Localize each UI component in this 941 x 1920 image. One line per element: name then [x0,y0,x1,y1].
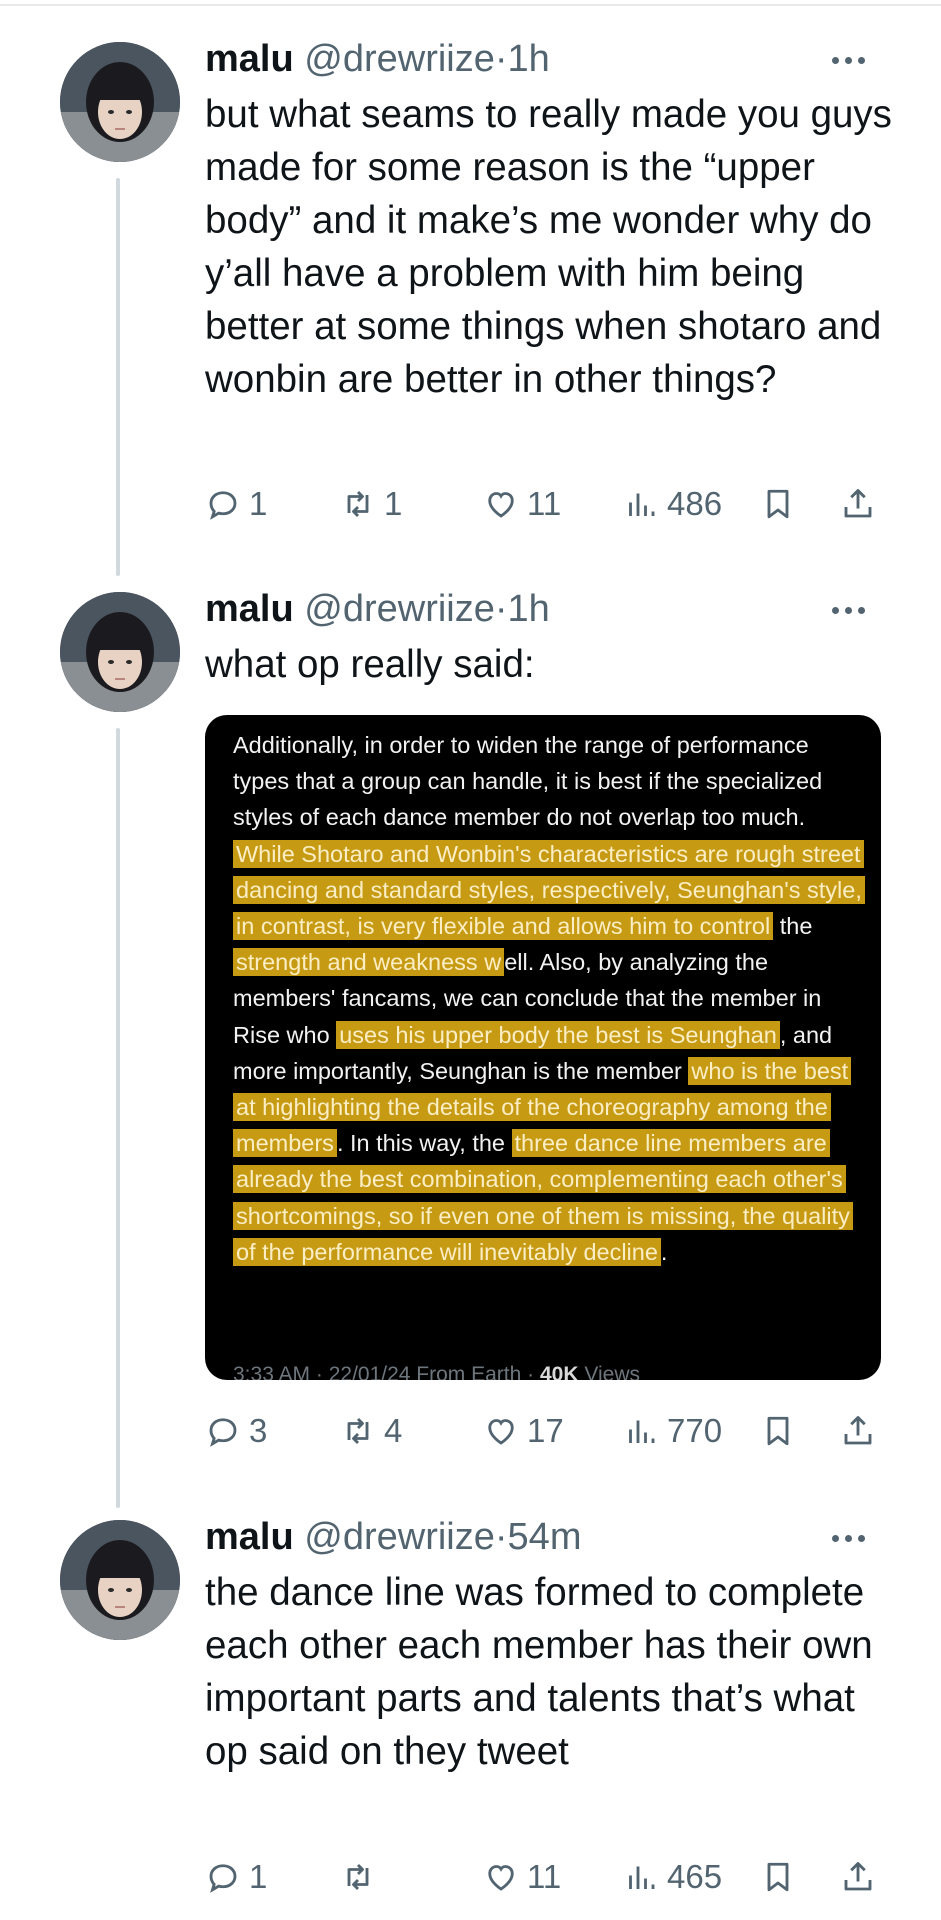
views-button[interactable]: 770 [623,1411,722,1451]
like-icon [488,492,514,518]
more-icon[interactable] [832,600,876,620]
bookmark-icon [767,1416,789,1446]
views-button[interactable]: 465 [623,1857,722,1897]
views-button[interactable]: 486 [623,484,722,524]
repost-button[interactable]: 1 [340,484,402,524]
views-icon [629,1866,655,1889]
separator-dot: · [494,1516,508,1558]
views-icon [629,1420,655,1443]
like-count: 11 [527,485,562,522]
screenshot-text: Additionally, in order to widen the rang… [233,727,865,1270]
tweet-text: but what seams to really made you guys m… [205,93,892,401]
user-handle[interactable]: @drewriize [304,38,495,80]
highlighted-text: While Shotaro and Wonbin's characteristi… [233,839,865,941]
share-icon [844,1416,872,1445]
share-button[interactable] [840,1857,876,1897]
tweet-image[interactable]: Additionally, in order to widen the rang… [205,715,881,1380]
display-name[interactable]: malu [205,38,294,80]
repost-icon [347,1417,369,1445]
repost-button[interactable]: 4 [340,1411,402,1451]
tweet-text: what op really said: [205,643,535,686]
like-button[interactable]: 11 [483,484,561,524]
avatar-image [60,592,180,712]
like-count: 11 [527,1858,562,1895]
repost-count: 1 [384,485,403,522]
reply-icon [209,1864,237,1893]
reply-button[interactable]: 1 [205,1857,267,1897]
user-handle[interactable]: @drewriize [304,588,495,630]
more-icon[interactable] [832,1528,876,1548]
avatar[interactable] [60,592,180,712]
tweet-header: malu @drewriize·54m [205,1514,581,1560]
screenshot-meta: 3:33 AM · 22/01/24 From Earth · [233,1363,540,1380]
avatar-image [60,42,180,162]
share-icon [844,489,872,518]
timestamp[interactable]: 1h [508,588,550,630]
plain-text: . In this way, the [336,1130,512,1157]
like-button[interactable]: 11 [483,1857,561,1897]
tweet-actions: 1 11 465 [205,1857,905,1897]
user-handle[interactable]: @drewriize [304,1516,495,1558]
avatar[interactable] [60,42,180,162]
reply-icon [209,491,237,520]
more-icon[interactable] [832,50,876,70]
highlighted-text: strength and weakness w [233,948,505,977]
tweet[interactable]: malu @drewriize·1h but what seams to rea… [0,0,941,560]
like-count: 17 [527,1412,564,1449]
highlighted-text: uses his upper body the best is Seunghan [336,1020,780,1049]
bookmark-icon [767,1862,789,1892]
bookmark-button[interactable] [760,1411,796,1451]
bookmark-button[interactable] [760,484,796,524]
avatar-image [60,1520,180,1640]
share-button[interactable] [840,1411,876,1451]
reply-count: 3 [249,1412,268,1449]
separator-dot: · [494,588,508,630]
reply-count: 1 [249,1858,268,1895]
views-icon [629,493,655,516]
bookmark-button[interactable] [760,1857,796,1897]
reply-icon [209,1418,237,1447]
tweet-actions: 3 4 17 770 [205,1411,905,1451]
tweet-actions: 1 1 11 486 [205,484,905,524]
like-button[interactable]: 17 [483,1411,564,1451]
repost-count: 4 [384,1412,403,1449]
reply-button[interactable]: 1 [205,484,267,524]
display-name[interactable]: malu [205,1516,294,1558]
display-name[interactable]: malu [205,588,294,630]
tweet-text: the dance line was formed to complete ea… [205,1571,873,1773]
timestamp[interactable]: 54m [508,1516,582,1558]
share-button[interactable] [840,484,876,524]
like-icon [488,1419,514,1445]
reply-button[interactable]: 3 [205,1411,267,1451]
plain-text: the [773,913,813,940]
tweet[interactable]: malu @drewriize·54m the dance line was f… [0,1490,941,1920]
tweet-header: malu @drewriize·1h [205,586,550,632]
repost-icon [347,1863,369,1891]
like-icon [488,1865,514,1891]
bookmark-icon [767,489,789,519]
screenshot-footer: 3:33 AM · 22/01/24 From Earth · 40K View… [233,1363,640,1380]
plain-text: . [660,1238,668,1265]
repost-button[interactable] [340,1857,384,1897]
tweet-header: malu @drewriize·1h [205,36,550,82]
repost-icon [347,490,369,518]
screenshot-view-count: 40K [539,1363,579,1380]
views-count: 770 [667,1412,723,1449]
separator-dot: · [494,38,508,80]
views-count: 465 [667,1858,723,1895]
screenshot-view-label: Views [578,1363,640,1380]
share-icon [844,1862,872,1891]
avatar[interactable] [60,1520,180,1640]
reply-count: 1 [249,485,268,522]
plain-text: Additionally, in order to widen the rang… [233,732,823,831]
timestamp[interactable]: 1h [508,38,550,80]
views-count: 486 [667,485,723,522]
